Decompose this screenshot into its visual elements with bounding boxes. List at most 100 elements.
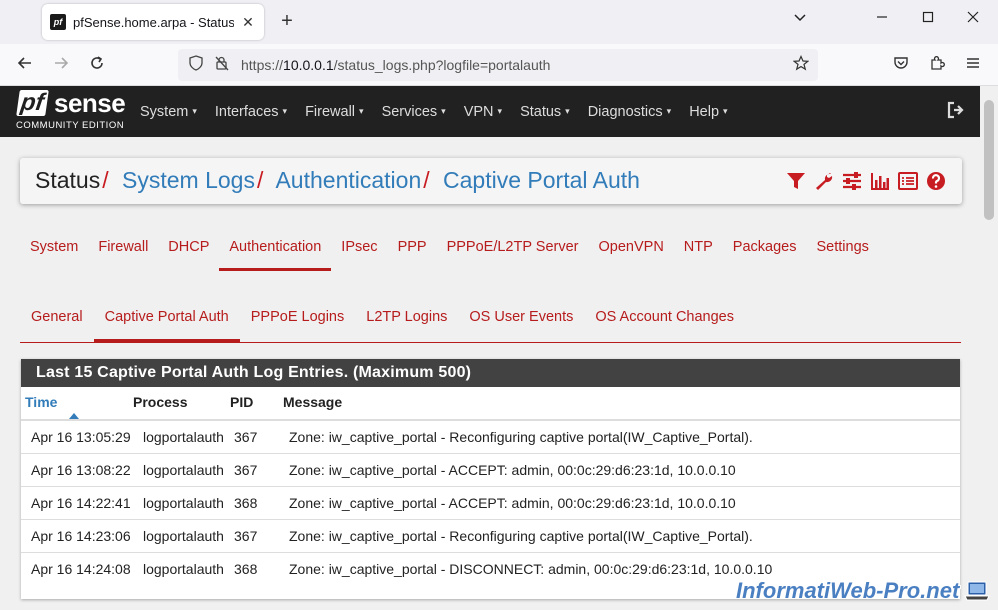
minimize-icon[interactable] [872,10,892,28]
logo-edition: COMMUNITY EDITION [16,120,125,131]
tab-ppp[interactable]: PPP [388,225,437,271]
tab-openvpn[interactable]: OpenVPN [589,225,674,271]
panel-heading: Last 15 Captive Portal Auth Log Entries.… [21,359,960,387]
list-icon[interactable] [898,170,918,192]
tab-dhcp[interactable]: DHCP [158,225,219,271]
browser-nav-bar: https://10.0.0.1/status_logs.php?logfile… [0,44,998,86]
url-text[interactable]: https://10.0.0.1/status_logs.php?logfile… [241,57,550,73]
breadcrumb-separator: / [423,167,430,193]
hamburger-menu-icon[interactable] [962,54,984,76]
tab-ipsec[interactable]: IPsec [331,225,387,271]
column-header-message[interactable]: Message [283,387,960,421]
subtab-l2tp-logins[interactable]: L2TP Logins [355,295,458,342]
cell-process: logportalauth [133,551,230,585]
tab-close-icon[interactable]: ✕ [240,14,256,31]
menu-firewall[interactable]: Firewall ▾ [305,104,363,120]
breadcrumb-separator: / [256,167,264,193]
lock-warning-icon[interactable] [214,55,230,75]
cell-time: Apr 16 14:23:06 [21,518,133,552]
subtab-os-user-events[interactable]: OS User Events [458,295,584,342]
subtab-os-account-changes[interactable]: OS Account Changes [584,295,745,342]
browser-tab-bar: pf pfSense.home.arpa - Status: System Lo… [0,0,998,44]
toolbar-icons [778,170,946,192]
cell-pid: 368 [230,485,283,519]
close-window-icon[interactable] [963,10,983,28]
menu-vpn[interactable]: VPN ▾ [464,104,502,120]
menu-system[interactable]: System ▾ [140,104,197,120]
bookmark-star-icon[interactable] [792,55,810,75]
sort-ascending-icon [69,413,79,419]
breadcrumb-authentication[interactable]: Authentication [275,167,421,193]
column-header-process[interactable]: Process [133,387,230,421]
logo-sense: sense [54,88,126,118]
breadcrumb-separator: / [102,167,109,193]
cell-message: Zone: iw_captive_portal - ACCEPT: admin,… [283,452,960,486]
subtab-pppoe-logins[interactable]: PPPoE Logins [240,295,356,342]
cell-message: Zone: iw_captive_portal - ACCEPT: admin,… [283,485,960,519]
log-category-tabs: System Firewall DHCP Authentication IPse… [20,225,879,271]
breadcrumb-system-logs[interactable]: System Logs [122,167,255,193]
browser-tab[interactable]: pf pfSense.home.arpa - Status: System Lo… [42,4,264,40]
tab-ntp[interactable]: NTP [674,225,723,271]
log-entries-panel: Last 15 Captive Portal Auth Log Entries.… [21,359,960,599]
new-tab-button[interactable]: + [276,10,298,32]
menu-interfaces[interactable]: Interfaces ▾ [215,104,287,120]
table-row: Apr 16 14:22:41 logportalauth 368 Zone: … [21,485,960,519]
cell-time: Apr 16 13:05:29 [21,419,133,453]
maximize-icon[interactable] [918,10,938,28]
cell-pid: 367 [230,518,283,552]
forward-arrow-icon[interactable] [50,54,72,76]
table-row: Apr 16 13:08:22 logportalauth 367 Zone: … [21,452,960,486]
tab-authentication[interactable]: Authentication [219,225,332,271]
cell-process: logportalauth [133,518,230,552]
menu-diagnostics[interactable]: Diagnostics ▾ [588,104,671,120]
menu-help[interactable]: Help ▾ [689,104,727,120]
subtab-general[interactable]: General [20,295,94,342]
menu-services[interactable]: Services ▾ [382,104,446,120]
logout-icon[interactable] [946,100,966,120]
wrench-icon[interactable] [814,170,834,192]
logo-pf: pf [16,89,49,116]
tab-title: pfSense.home.arpa - Status: System Logs:… [73,14,234,30]
cell-pid: 367 [230,419,283,453]
breadcrumb: Status/ System Logs/ Authentication/ Cap… [35,167,640,194]
cell-time: Apr 16 14:22:41 [21,485,133,519]
cell-pid: 367 [230,452,283,486]
cell-message: Zone: iw_captive_portal - Reconfiguring … [283,518,960,552]
back-arrow-icon[interactable] [14,54,36,76]
subtab-captive-portal-auth[interactable]: Captive Portal Auth [93,295,240,342]
watermark-text: InformatiWeb-Pro.net [736,578,960,603]
tab-list-chevron-icon[interactable] [790,10,810,29]
cell-pid: 368 [230,551,283,585]
tab-firewall[interactable]: Firewall [88,225,158,271]
tab-pppoe-l2tp-server[interactable]: PPPoE/L2TP Server [437,225,589,271]
sliders-icon[interactable] [842,170,862,192]
bar-chart-icon[interactable] [870,170,890,192]
shield-icon[interactable] [188,55,204,75]
filter-icon[interactable] [786,170,806,192]
column-header-time[interactable]: Time [21,387,133,421]
cell-time: Apr 16 13:08:22 [21,452,133,486]
column-header-pid[interactable]: PID [230,387,283,421]
menu-status[interactable]: Status ▾ [520,104,570,120]
url-bar[interactable]: https://10.0.0.1/status_logs.php?logfile… [178,49,818,81]
help-icon[interactable] [926,170,946,192]
scrollbar-thumb[interactable] [984,100,994,220]
tab-settings[interactable]: Settings [806,225,878,271]
extensions-icon[interactable] [926,54,948,76]
main-menu: System ▾ Interfaces ▾ Firewall ▾ Services ▾ … [140,86,746,137]
pfsense-top-navbar: pf sense COMMUNITY EDITION System ▾ Inter… [0,86,980,137]
auth-subtabs: General Captive Portal Auth PPPoE Logins… [20,295,961,343]
cell-process: logportalauth [133,485,230,519]
reload-icon[interactable] [86,54,108,76]
breadcrumb-panel: Status/ System Logs/ Authentication/ Cap… [20,158,962,204]
tab-packages[interactable]: Packages [723,225,807,271]
cell-process: logportalauth [133,419,230,453]
pfsense-logo[interactable]: pf sense COMMUNITY EDITION [14,88,126,134]
cell-time: Apr 16 14:24:08 [21,551,133,585]
breadcrumb-captive-portal-auth[interactable]: Captive Portal Auth [443,167,640,193]
table-row: Apr 16 14:23:06 logportalauth 367 Zone: … [21,518,960,552]
pfsense-favicon-icon: pf [50,14,66,30]
tab-system[interactable]: System [20,225,88,271]
pocket-icon[interactable] [890,54,912,76]
